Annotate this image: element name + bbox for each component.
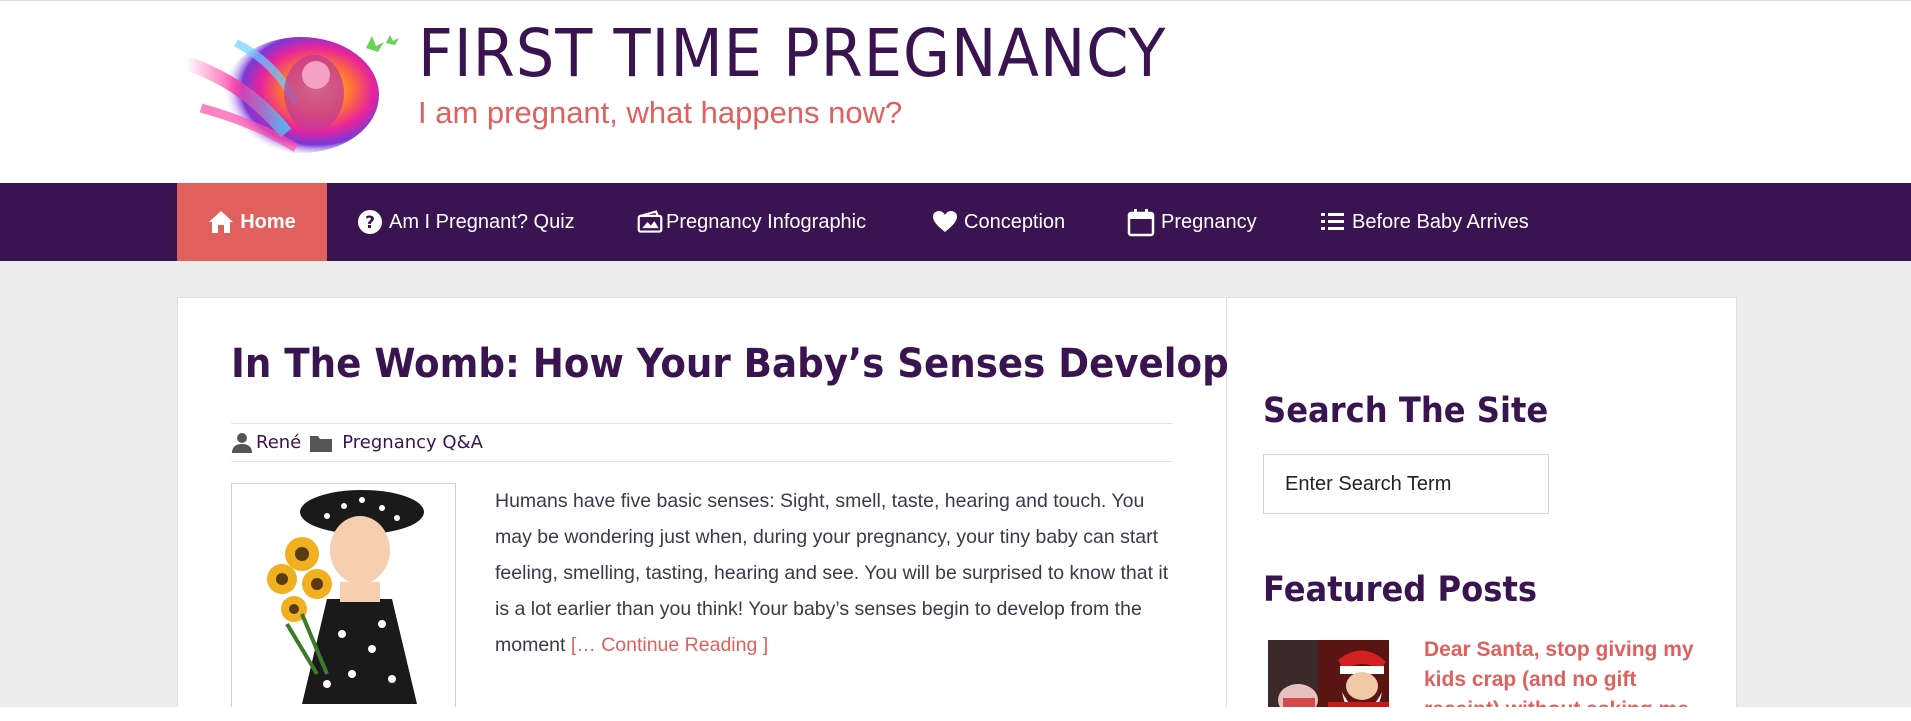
continue-reading-link[interactable]: [… Continue Reading ]: [571, 634, 768, 656]
svg-text:?: ?: [365, 213, 375, 233]
folder-icon: [309, 432, 335, 454]
home-icon: [208, 209, 234, 235]
site-title[interactable]: FIRST TIME PREGNANCY: [418, 15, 1166, 92]
nav-item-before-baby[interactable]: Before Baby Arrives: [1320, 183, 1529, 261]
nav-item-conception[interactable]: Conception: [932, 183, 1065, 261]
search-widget-title: Search The Site: [1263, 391, 1549, 431]
nav-item-label: Pregnancy: [1161, 210, 1257, 233]
nav-item-infographic[interactable]: Pregnancy Infographic: [637, 183, 866, 261]
nav-item-home[interactable]: Home: [177, 183, 327, 261]
nav-item-pregnancy[interactable]: Pregnancy: [1127, 183, 1257, 261]
nav-item-label: Pregnancy Infographic: [666, 210, 867, 233]
list-icon: [1320, 209, 1346, 235]
post-excerpt: Humans have five basic senses: Sight, sm…: [495, 483, 1185, 663]
featured-post-link[interactable]: Dear Santa, stop giving my kids crap (an…: [1424, 635, 1714, 721]
picture-icon: [637, 209, 663, 235]
calendar-icon: [1127, 209, 1155, 237]
post-thumbnail[interactable]: [231, 483, 456, 708]
post-title[interactable]: In The Womb: How Your Baby’s Senses Deve…: [231, 341, 1229, 387]
nav-item-label: Home: [240, 210, 296, 233]
user-icon: [231, 432, 253, 454]
heart-icon: [932, 209, 958, 235]
site-header: FIRST TIME PREGNANCY I am pregnant, what…: [0, 0, 1911, 183]
post-category[interactable]: Pregnancy Q&A: [342, 432, 483, 453]
post-excerpt-text: Humans have five basic senses: Sight, sm…: [495, 490, 1169, 656]
rainbow-baby-logo-icon[interactable]: [176, 23, 406, 163]
site-tagline: I am pregnant, what happens now?: [418, 95, 903, 130]
featured-post-thumbnail[interactable]: [1268, 640, 1389, 721]
nav-item-label: Conception: [964, 210, 1066, 233]
featured-posts-title: Featured Posts: [1263, 570, 1538, 610]
nav-item-quiz[interactable]: ? Am I Pregnant? Quiz: [357, 183, 575, 261]
nav-item-label: Am I Pregnant? Quiz: [389, 210, 575, 233]
nav-item-label: Before Baby Arrives: [1352, 210, 1529, 233]
question-circle-icon: ?: [357, 209, 383, 235]
search-input[interactable]: [1263, 454, 1549, 514]
post-author[interactable]: René: [256, 432, 301, 453]
post-meta: René Pregnancy Q&A: [231, 423, 1173, 462]
main-navigation: Home ? Am I Pregnant? Quiz Pregnancy Inf…: [0, 183, 1911, 261]
